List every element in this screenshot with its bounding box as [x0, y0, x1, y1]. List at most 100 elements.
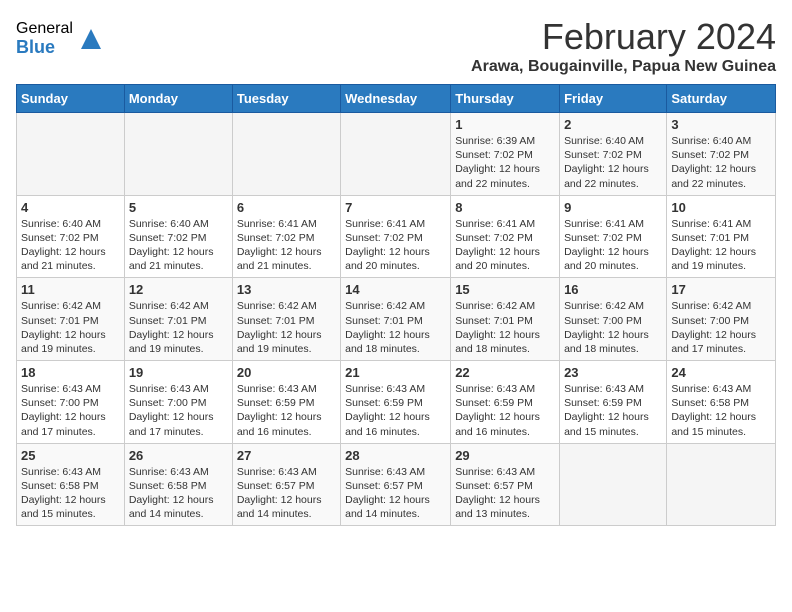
- day-info: Sunrise: 6:43 AM Sunset: 6:58 PM Dayligh…: [671, 382, 771, 439]
- day-cell: 16 Sunrise: 6:42 AM Sunset: 7:00 PM Dayli…: [560, 278, 667, 361]
- day-info: Sunrise: 6:42 AM Sunset: 7:00 PM Dayligh…: [671, 299, 771, 356]
- day-info: Sunrise: 6:40 AM Sunset: 7:02 PM Dayligh…: [21, 217, 120, 274]
- day-cell: 27 Sunrise: 6:43 AM Sunset: 6:57 PM Dayli…: [232, 443, 340, 526]
- day-cell: 3 Sunrise: 6:40 AM Sunset: 7:02 PM Daylig…: [667, 113, 776, 196]
- day-number: 14: [345, 282, 446, 297]
- day-number: 17: [671, 282, 771, 297]
- day-number: 13: [237, 282, 336, 297]
- day-info: Sunrise: 6:41 AM Sunset: 7:02 PM Dayligh…: [345, 217, 446, 274]
- day-info: Sunrise: 6:43 AM Sunset: 6:59 PM Dayligh…: [237, 382, 336, 439]
- day-number: 11: [21, 282, 120, 297]
- day-info: Sunrise: 6:41 AM Sunset: 7:02 PM Dayligh…: [237, 217, 336, 274]
- day-cell: [124, 113, 232, 196]
- day-info: Sunrise: 6:43 AM Sunset: 7:00 PM Dayligh…: [21, 382, 120, 439]
- calendar-body: 1Sunrise: 6:39 AM Sunset: 7:02 PM Daylig…: [17, 113, 776, 526]
- day-number: 15: [455, 282, 555, 297]
- day-number: 26: [129, 448, 228, 463]
- header-row: SundayMondayTuesdayWednesdayThursdayFrid…: [17, 85, 776, 113]
- day-cell: 19 Sunrise: 6:43 AM Sunset: 7:00 PM Dayli…: [124, 361, 232, 444]
- day-number: 16: [564, 282, 662, 297]
- day-cell: 13 Sunrise: 6:42 AM Sunset: 7:01 PM Dayli…: [232, 278, 340, 361]
- day-info: Sunrise: 6:43 AM Sunset: 6:57 PM Dayligh…: [345, 465, 446, 522]
- day-number: 29: [455, 448, 555, 463]
- day-cell: 29 Sunrise: 6:43 AM Sunset: 6:57 PM Dayli…: [451, 443, 560, 526]
- day-number: 20: [237, 365, 336, 380]
- day-info: Sunrise: 6:43 AM Sunset: 6:58 PM Dayligh…: [21, 465, 120, 522]
- day-cell: 21Sunrise: 6:43 AM Sunset: 6:59 PM Dayli…: [341, 361, 451, 444]
- day-number: 18: [21, 365, 120, 380]
- day-info: Sunrise: 6:43 AM Sunset: 6:59 PM Dayligh…: [455, 382, 555, 439]
- header-friday: Friday: [560, 85, 667, 113]
- day-number: 2: [564, 117, 662, 132]
- day-cell: 2 Sunrise: 6:40 AM Sunset: 7:02 PM Daylig…: [560, 113, 667, 196]
- day-number: 27: [237, 448, 336, 463]
- day-number: 3: [671, 117, 771, 132]
- day-info: Sunrise: 6:40 AM Sunset: 7:02 PM Dayligh…: [129, 217, 228, 274]
- month-title: February 2024: [471, 16, 776, 58]
- logo: General Blue: [16, 20, 105, 57]
- calendar-header: SundayMondayTuesdayWednesdayThursdayFrid…: [17, 85, 776, 113]
- day-info: Sunrise: 6:43 AM Sunset: 6:57 PM Dayligh…: [455, 465, 555, 522]
- day-cell: [560, 443, 667, 526]
- day-number: 12: [129, 282, 228, 297]
- header-monday: Monday: [124, 85, 232, 113]
- location-title: Arawa, Bougainville, Papua New Guinea: [471, 58, 776, 76]
- day-cell: 4Sunrise: 6:40 AM Sunset: 7:02 PM Daylig…: [17, 195, 125, 278]
- day-cell: 22 Sunrise: 6:43 AM Sunset: 6:59 PM Dayli…: [451, 361, 560, 444]
- day-cell: 23 Sunrise: 6:43 AM Sunset: 6:59 PM Dayli…: [560, 361, 667, 444]
- logo-general: General: [16, 20, 73, 38]
- day-info: Sunrise: 6:42 AM Sunset: 7:01 PM Dayligh…: [129, 299, 228, 356]
- day-info: Sunrise: 6:41 AM Sunset: 7:02 PM Dayligh…: [455, 217, 555, 274]
- day-number: 24: [671, 365, 771, 380]
- day-number: 25: [21, 448, 120, 463]
- day-cell: 5 Sunrise: 6:40 AM Sunset: 7:02 PM Daylig…: [124, 195, 232, 278]
- day-info: Sunrise: 6:40 AM Sunset: 7:02 PM Dayligh…: [671, 134, 771, 191]
- day-info: Sunrise: 6:43 AM Sunset: 6:59 PM Dayligh…: [564, 382, 662, 439]
- day-info: Sunrise: 6:40 AM Sunset: 7:02 PM Dayligh…: [564, 134, 662, 191]
- day-info: Sunrise: 6:43 AM Sunset: 7:00 PM Dayligh…: [129, 382, 228, 439]
- day-number: 22: [455, 365, 555, 380]
- day-info: Sunrise: 6:42 AM Sunset: 7:01 PM Dayligh…: [21, 299, 120, 356]
- day-info: Sunrise: 6:42 AM Sunset: 7:00 PM Dayligh…: [564, 299, 662, 356]
- week-row-4: 25 Sunrise: 6:43 AM Sunset: 6:58 PM Dayli…: [17, 443, 776, 526]
- day-cell: 1Sunrise: 6:39 AM Sunset: 7:02 PM Daylig…: [451, 113, 560, 196]
- day-cell: 8 Sunrise: 6:41 AM Sunset: 7:02 PM Daylig…: [451, 195, 560, 278]
- day-cell: 12 Sunrise: 6:42 AM Sunset: 7:01 PM Dayli…: [124, 278, 232, 361]
- day-cell: 28Sunrise: 6:43 AM Sunset: 6:57 PM Dayli…: [341, 443, 451, 526]
- week-row-1: 4Sunrise: 6:40 AM Sunset: 7:02 PM Daylig…: [17, 195, 776, 278]
- day-info: Sunrise: 6:42 AM Sunset: 7:01 PM Dayligh…: [455, 299, 555, 356]
- day-cell: 6 Sunrise: 6:41 AM Sunset: 7:02 PM Daylig…: [232, 195, 340, 278]
- day-cell: 15 Sunrise: 6:42 AM Sunset: 7:01 PM Dayli…: [451, 278, 560, 361]
- day-cell: 20 Sunrise: 6:43 AM Sunset: 6:59 PM Dayli…: [232, 361, 340, 444]
- logo-text: General Blue: [16, 20, 73, 57]
- logo-icon: [77, 25, 105, 53]
- day-number: 5: [129, 200, 228, 215]
- day-cell: 26 Sunrise: 6:43 AM Sunset: 6:58 PM Dayli…: [124, 443, 232, 526]
- day-number: 23: [564, 365, 662, 380]
- day-cell: 10Sunrise: 6:41 AM Sunset: 7:01 PM Dayli…: [667, 195, 776, 278]
- day-number: 10: [671, 200, 771, 215]
- day-number: 6: [237, 200, 336, 215]
- day-cell: [17, 113, 125, 196]
- day-number: 19: [129, 365, 228, 380]
- day-info: Sunrise: 6:41 AM Sunset: 7:02 PM Dayligh…: [564, 217, 662, 274]
- page-header: General Blue February 2024 Arawa, Bougai…: [16, 16, 776, 76]
- day-cell: [232, 113, 340, 196]
- day-info: Sunrise: 6:43 AM Sunset: 6:57 PM Dayligh…: [237, 465, 336, 522]
- header-thursday: Thursday: [451, 85, 560, 113]
- day-cell: 14 Sunrise: 6:42 AM Sunset: 7:01 PM Dayli…: [341, 278, 451, 361]
- day-number: 21: [345, 365, 446, 380]
- day-info: Sunrise: 6:43 AM Sunset: 6:58 PM Dayligh…: [129, 465, 228, 522]
- day-number: 8: [455, 200, 555, 215]
- day-cell: 25 Sunrise: 6:43 AM Sunset: 6:58 PM Dayli…: [17, 443, 125, 526]
- week-row-3: 18 Sunrise: 6:43 AM Sunset: 7:00 PM Dayli…: [17, 361, 776, 444]
- day-info: Sunrise: 6:42 AM Sunset: 7:01 PM Dayligh…: [237, 299, 336, 356]
- day-cell: 18 Sunrise: 6:43 AM Sunset: 7:00 PM Dayli…: [17, 361, 125, 444]
- header-saturday: Saturday: [667, 85, 776, 113]
- title-section: February 2024 Arawa, Bougainville, Papua…: [471, 16, 776, 76]
- calendar-table: SundayMondayTuesdayWednesdayThursdayFrid…: [16, 84, 776, 526]
- day-cell: [341, 113, 451, 196]
- day-number: 7: [345, 200, 446, 215]
- logo-blue: Blue: [16, 38, 73, 58]
- day-info: Sunrise: 6:42 AM Sunset: 7:01 PM Dayligh…: [345, 299, 446, 356]
